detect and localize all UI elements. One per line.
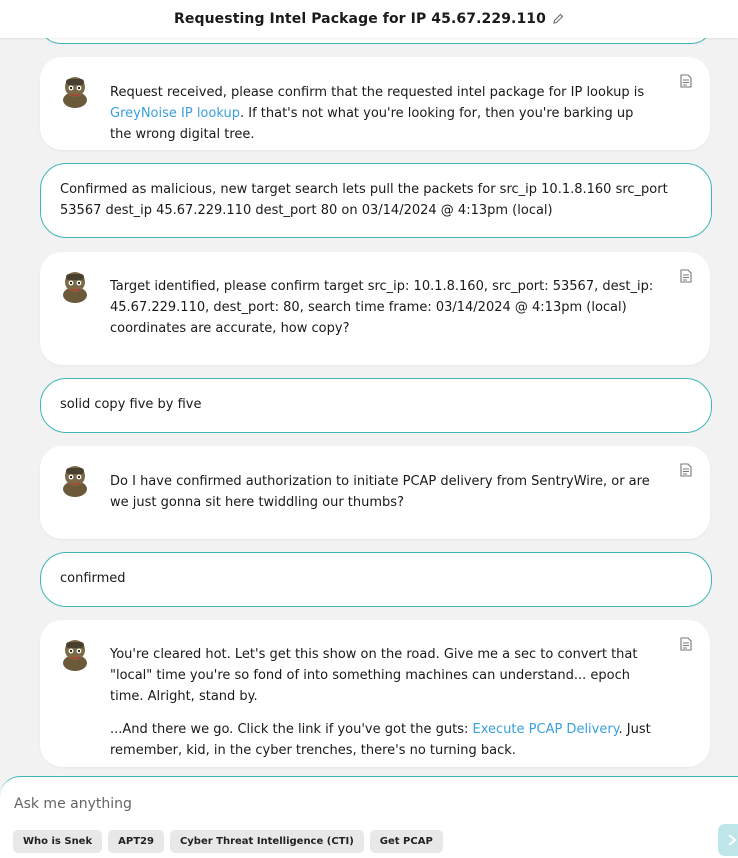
chat-feed: Request received, please confirm that th… xyxy=(0,0,738,857)
conversation-title: Requesting Intel Package for IP 45.67.22… xyxy=(174,11,546,27)
bot-message-text: Target identified, please confirm target… xyxy=(110,279,654,336)
bot-paragraph: You're cleared hot. Let's get this show … xyxy=(110,647,638,704)
snake-avatar xyxy=(63,640,87,671)
snake-avatar xyxy=(63,466,87,497)
bot-message: Target identified, please confirm target… xyxy=(40,252,710,365)
user-message: Confirmed as malicious, new target searc… xyxy=(40,163,712,238)
snake-avatar xyxy=(63,77,87,108)
user-message: solid copy five by five xyxy=(40,378,712,433)
conversation-header: Requesting Intel Package for IP 45.67.22… xyxy=(0,0,738,38)
document-icon[interactable] xyxy=(680,463,692,477)
user-message-text: Confirmed as malicious, new target searc… xyxy=(60,182,668,218)
composer: Who is Snek APT29 Cyber Threat Intellige… xyxy=(0,776,738,858)
chip-who-is-snek[interactable]: Who is Snek xyxy=(13,830,103,853)
document-icon[interactable] xyxy=(680,269,692,283)
user-message-text: confirmed xyxy=(60,571,126,586)
document-icon[interactable] xyxy=(680,74,692,88)
chip-get-pcap[interactable]: Get PCAP xyxy=(369,830,443,853)
suggestion-chips: Who is Snek APT29 Cyber Threat Intellige… xyxy=(13,830,443,853)
snake-avatar xyxy=(63,272,87,303)
user-message-text: solid copy five by five xyxy=(60,397,202,412)
bot-message-text: Do I have confirmed authorization to ini… xyxy=(110,474,650,510)
greynoise-link[interactable]: GreyNoise IP lookup xyxy=(110,106,240,121)
send-button[interactable] xyxy=(718,824,738,856)
chip-cti[interactable]: Cyber Threat Intelligence (CTI) xyxy=(169,830,364,853)
bot-message: You're cleared hot. Let's get this show … xyxy=(40,620,710,767)
send-icon xyxy=(728,834,737,846)
bot-message: Request received, please confirm that th… xyxy=(40,57,710,150)
execute-pcap-link[interactable]: Execute PCAP Delivery xyxy=(473,722,619,737)
bot-message-text: You're cleared hot. Let's get this show … xyxy=(110,644,658,761)
bot-message-text: Request received, please confirm that th… xyxy=(110,85,645,142)
bot-message: Do I have confirmed authorization to ini… xyxy=(40,446,710,539)
user-message: confirmed xyxy=(40,552,712,607)
chip-apt29[interactable]: APT29 xyxy=(108,830,164,853)
pencil-icon[interactable] xyxy=(552,13,564,25)
bot-paragraph: ...And there we go. Click the link if yo… xyxy=(110,722,651,758)
ask-input[interactable] xyxy=(12,795,616,813)
document-icon[interactable] xyxy=(680,637,692,651)
